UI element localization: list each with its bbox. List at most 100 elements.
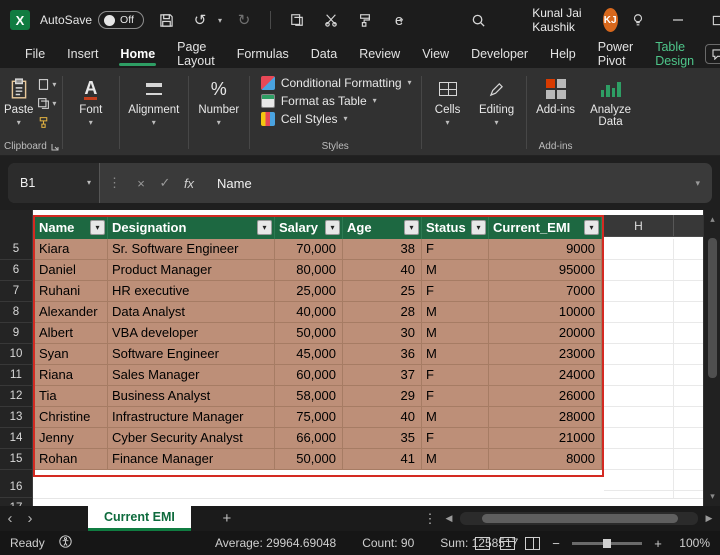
minimize-button[interactable] bbox=[658, 0, 698, 40]
cell-designation[interactable]: HR executive bbox=[108, 281, 275, 302]
scroll-down-icon[interactable]: ▾ bbox=[704, 491, 720, 502]
row-header[interactable]: 15 bbox=[0, 449, 32, 470]
add-sheet-button[interactable]: + bbox=[217, 510, 237, 527]
cell-emi[interactable]: 7000 bbox=[489, 281, 602, 302]
ribbon-button-conditional-formatting[interactable]: Conditional Formatting▾ bbox=[261, 76, 412, 90]
cell-emi[interactable]: 10000 bbox=[489, 302, 602, 323]
cell-emi[interactable]: 21000 bbox=[489, 428, 602, 449]
cell-name[interactable]: Daniel bbox=[35, 260, 108, 281]
row-header[interactable]: 5 bbox=[0, 239, 32, 260]
cell-designation[interactable]: Sales Manager bbox=[108, 365, 275, 386]
ribbon-button-cell-styles[interactable]: Cell Styles▾ bbox=[261, 112, 412, 126]
filter-button[interactable]: ▾ bbox=[90, 220, 105, 235]
row-header[interactable]: 13 bbox=[0, 407, 32, 428]
cell-designation[interactable]: Business Analyst bbox=[108, 386, 275, 407]
autosave-switch[interactable]: Off bbox=[98, 11, 144, 29]
menu-tab-home[interactable]: Home bbox=[109, 40, 166, 68]
cell-age[interactable]: 37 bbox=[343, 365, 422, 386]
menu-tab-data[interactable]: Data bbox=[300, 40, 348, 68]
formula-bar-expand-icon[interactable]: ▾ bbox=[683, 178, 712, 189]
paste-options-icon[interactable]: ▾ bbox=[37, 78, 56, 91]
addins-button[interactable]: Add-ins bbox=[530, 70, 582, 116]
filter-button[interactable]: ▾ bbox=[404, 220, 419, 235]
comments-button[interactable] bbox=[705, 44, 720, 64]
cell-designation[interactable]: Product Manager bbox=[108, 260, 275, 281]
cell-name[interactable]: Ruhani bbox=[35, 281, 108, 302]
cell-emi[interactable]: 26000 bbox=[489, 386, 602, 407]
cell-salary[interactable]: 40,000 bbox=[275, 302, 343, 323]
cell-status[interactable]: F bbox=[422, 281, 489, 302]
cell-salary[interactable]: 66,000 bbox=[275, 428, 343, 449]
menu-tab-file[interactable]: File bbox=[14, 40, 56, 68]
cell-emi[interactable]: 24000 bbox=[489, 365, 602, 386]
filter-button[interactable]: ▾ bbox=[325, 220, 340, 235]
column-header-status[interactable]: Status▾ bbox=[422, 217, 489, 239]
row-header[interactable]: 16 bbox=[0, 477, 32, 498]
row-header[interactable]: 9 bbox=[0, 323, 32, 344]
sheet-nav-right-icon[interactable]: › bbox=[20, 510, 40, 527]
alignment-group-button[interactable]: Alignment ▾ bbox=[123, 70, 185, 155]
copy-icon[interactable] bbox=[285, 8, 309, 32]
cell-emi[interactable]: 9000 bbox=[489, 239, 602, 260]
cut-icon[interactable] bbox=[319, 8, 343, 32]
cell-status[interactable]: M bbox=[422, 344, 489, 365]
menu-tab-insert[interactable]: Insert bbox=[56, 40, 109, 68]
cell-salary[interactable]: 50,000 bbox=[275, 323, 343, 344]
cancel-icon[interactable]: × bbox=[129, 176, 153, 191]
cells-group-button[interactable]: Cells ▾ bbox=[425, 70, 471, 155]
row-header[interactable]: 11 bbox=[0, 365, 32, 386]
avatar[interactable]: KJ bbox=[603, 8, 618, 32]
filter-button[interactable]: ▾ bbox=[584, 220, 599, 235]
cell-designation[interactable]: VBA developer bbox=[108, 323, 275, 344]
menu-tab-page-layout[interactable]: Page Layout bbox=[166, 40, 226, 68]
zoom-in-button[interactable]: + bbox=[652, 536, 664, 551]
sheet-nav-left-icon[interactable]: ‹ bbox=[0, 510, 20, 527]
restore-button[interactable] bbox=[698, 0, 720, 40]
cell-name[interactable]: Rohan bbox=[35, 449, 108, 470]
cell-status[interactable]: M bbox=[422, 449, 489, 470]
column-header-name[interactable]: Name▾ bbox=[35, 217, 108, 239]
row-header[interactable]: 10 bbox=[0, 344, 32, 365]
cell-name[interactable]: Syan bbox=[35, 344, 108, 365]
scroll-left-icon[interactable]: ◀ bbox=[440, 513, 458, 524]
cell-designation[interactable]: Sr. Software Engineer bbox=[108, 239, 275, 260]
formula-input[interactable]: Name bbox=[217, 176, 683, 191]
cell-salary[interactable]: 75,000 bbox=[275, 407, 343, 428]
cell-age[interactable]: 40 bbox=[343, 407, 422, 428]
row-header[interactable]: 12 bbox=[0, 386, 32, 407]
sheet-tab-current-emi[interactable]: Current EMI bbox=[88, 506, 191, 531]
cell-salary[interactable]: 58,000 bbox=[275, 386, 343, 407]
row-header[interactable]: 8 bbox=[0, 302, 32, 323]
cell-status[interactable]: M bbox=[422, 407, 489, 428]
cell-name[interactable]: Riana bbox=[35, 365, 108, 386]
scroll-right-icon[interactable]: ▶ bbox=[700, 513, 718, 524]
autosave-toggle[interactable]: AutoSave Off bbox=[40, 11, 144, 29]
cell-emi[interactable]: 28000 bbox=[489, 407, 602, 428]
cell-age[interactable]: 30 bbox=[343, 323, 422, 344]
menu-tab-help[interactable]: Help bbox=[539, 40, 587, 68]
cell-status[interactable]: F bbox=[422, 428, 489, 449]
more-options-icon[interactable]: ⋮ bbox=[420, 511, 440, 527]
row-header[interactable]: 14 bbox=[0, 428, 32, 449]
row-header[interactable]: 17 bbox=[0, 498, 32, 506]
row-header[interactable]: 7 bbox=[0, 281, 32, 302]
cell-emi[interactable]: 20000 bbox=[489, 323, 602, 344]
ribbon-button-format-as-table[interactable]: Format as Table▾ bbox=[261, 94, 412, 108]
empty-cells-area[interactable] bbox=[604, 239, 704, 498]
zoom-slider-knob[interactable] bbox=[603, 539, 611, 548]
scroll-up-icon[interactable]: ▴ bbox=[704, 214, 720, 225]
cell-salary[interactable]: 45,000 bbox=[275, 344, 343, 365]
menu-tab-developer[interactable]: Developer bbox=[460, 40, 539, 68]
vertical-scrollbar[interactable]: ▴ ▾ bbox=[703, 210, 720, 506]
cell-designation[interactable]: Finance Manager bbox=[108, 449, 275, 470]
name-box[interactable]: B1 ▾ bbox=[8, 163, 100, 203]
chevron-down-icon[interactable]: ▾ bbox=[87, 179, 91, 187]
cell-age[interactable]: 41 bbox=[343, 449, 422, 470]
number-group-button[interactable]: % Number ▾ bbox=[192, 70, 246, 155]
cell-salary[interactable]: 50,000 bbox=[275, 449, 343, 470]
cell-name[interactable]: Tia bbox=[35, 386, 108, 407]
quick-access-overflow[interactable]: e ▾ bbox=[387, 8, 411, 32]
menu-tab-table-design[interactable]: Table Design bbox=[644, 40, 705, 68]
horizontal-scrollbar[interactable] bbox=[460, 512, 698, 525]
cell-salary[interactable]: 70,000 bbox=[275, 239, 343, 260]
